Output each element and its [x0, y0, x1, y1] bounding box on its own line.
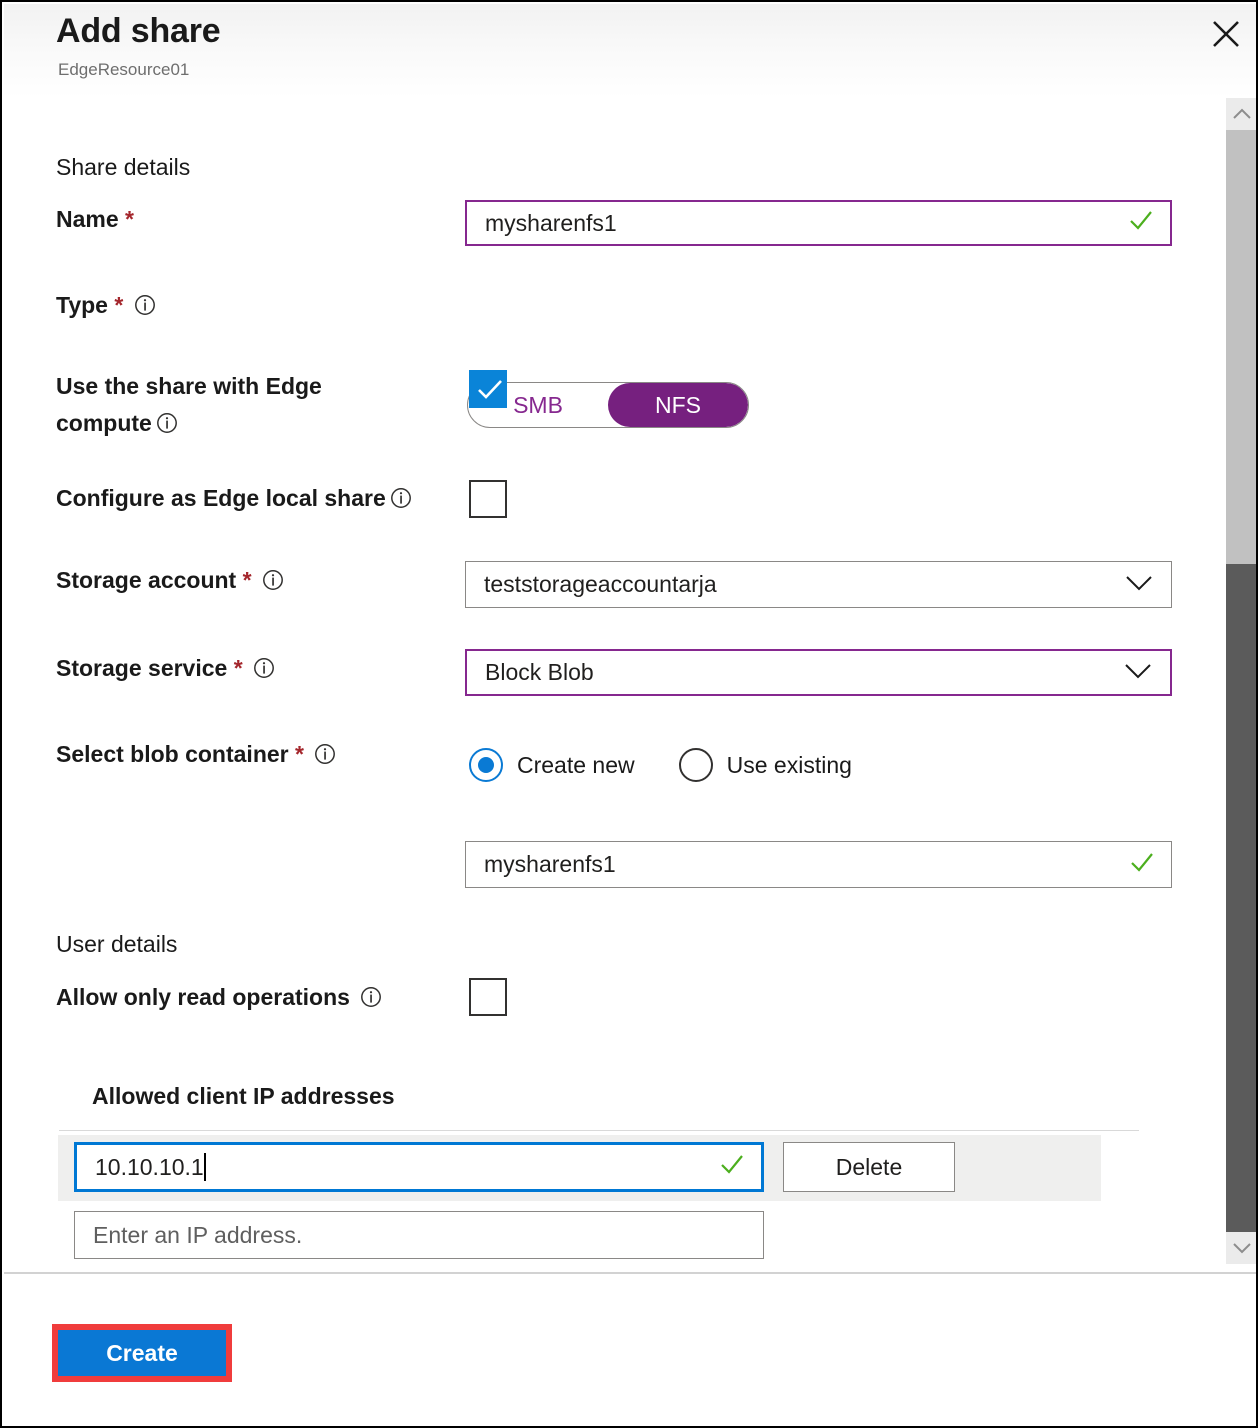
- create-button[interactable]: Create: [58, 1330, 226, 1376]
- text-caret: [204, 1153, 206, 1181]
- info-icon[interactable]: [134, 290, 156, 327]
- radio-create-new[interactable]: [469, 748, 503, 782]
- info-icon[interactable]: [360, 982, 382, 1019]
- scroll-down-button[interactable]: [1226, 1232, 1258, 1264]
- footer-divider: [4, 1272, 1258, 1274]
- chevron-down-icon: [1124, 659, 1152, 686]
- page-subtitle: EdgeResource01: [58, 60, 189, 80]
- ip-address-value: 10.10.10.1: [95, 1153, 719, 1181]
- required-asterisk: *: [234, 655, 243, 681]
- section-header-share-details: Share details: [56, 154, 190, 181]
- edge-local-share-checkbox[interactable]: [469, 480, 507, 518]
- scroll-up-button[interactable]: [1226, 98, 1258, 130]
- blade-header: Add share EdgeResource01: [4, 4, 1258, 98]
- new-ip-address-placeholder: Enter an IP address.: [93, 1222, 763, 1249]
- allowed-ips-divider: [59, 1130, 1139, 1131]
- scrollbar-thumb[interactable]: [1226, 564, 1258, 1232]
- add-share-blade: Add share EdgeResource01 Share details N…: [0, 0, 1258, 1428]
- create-button-highlight: Create: [52, 1324, 232, 1382]
- blob-container-name-input[interactable]: mysharenfs1: [465, 841, 1172, 888]
- label-type: Type *: [56, 287, 156, 327]
- ip-address-text: 10.10.10.1: [95, 1154, 204, 1180]
- read-only-checkbox[interactable]: [469, 978, 507, 1016]
- required-asterisk: *: [243, 567, 252, 593]
- info-icon[interactable]: [156, 408, 178, 445]
- new-ip-address-input[interactable]: Enter an IP address.: [74, 1211, 764, 1259]
- delete-ip-button[interactable]: Delete: [783, 1142, 955, 1192]
- label-read-only: Allow only read operations: [56, 979, 382, 1019]
- page-title: Add share: [56, 12, 220, 51]
- radio-label-create-new[interactable]: Create new: [517, 752, 635, 779]
- storage-service-dropdown[interactable]: Block Blob: [465, 649, 1172, 696]
- required-asterisk: *: [114, 292, 123, 318]
- chevron-down-icon: [1125, 571, 1153, 598]
- allowed-ips-heading: Allowed client IP addresses: [92, 1078, 395, 1115]
- storage-account-value: teststorageaccountarja: [484, 571, 1125, 598]
- info-icon[interactable]: [253, 653, 275, 690]
- blob-container-radio-group[interactable]: Create new Use existing: [469, 748, 896, 782]
- label-storage-service: Storage service *: [56, 650, 275, 690]
- green-check-icon: [1129, 851, 1155, 879]
- section-header-user-details: User details: [56, 931, 177, 958]
- share-name-input[interactable]: mysharenfs1: [465, 200, 1172, 246]
- green-check-icon: [719, 1153, 745, 1181]
- label-name: Name *: [56, 201, 134, 238]
- close-icon[interactable]: [1205, 13, 1247, 55]
- required-asterisk: *: [295, 741, 304, 767]
- info-icon[interactable]: [314, 739, 336, 776]
- label-blob-container: Select blob container *: [56, 736, 336, 776]
- share-type-toggle[interactable]: SMB NFS: [467, 382, 749, 428]
- storage-service-value: Block Blob: [485, 659, 1124, 686]
- share-type-option-nfs[interactable]: NFS: [608, 383, 748, 427]
- blob-container-name-value: mysharenfs1: [484, 851, 1129, 878]
- radio-use-existing[interactable]: [679, 748, 713, 782]
- label-storage-account: Storage account *: [56, 562, 284, 602]
- label-edge-compute: Use the share with Edge compute: [56, 368, 436, 445]
- label-edge-local-share: Configure as Edge local share: [56, 480, 412, 520]
- storage-account-dropdown[interactable]: teststorageaccountarja: [465, 561, 1172, 608]
- info-icon[interactable]: [262, 565, 284, 602]
- scrollbar-track-upper[interactable]: [1226, 130, 1258, 564]
- radio-label-use-existing[interactable]: Use existing: [727, 752, 852, 779]
- green-check-icon: [1128, 209, 1154, 237]
- vertical-scrollbar[interactable]: [1226, 98, 1258, 1264]
- share-name-value: mysharenfs1: [485, 210, 1128, 237]
- form-body: Share details Name * mysharenfs1 Type * …: [4, 98, 1226, 1268]
- required-asterisk: *: [125, 206, 134, 232]
- info-icon[interactable]: [390, 483, 412, 520]
- ip-address-input[interactable]: 10.10.10.1: [74, 1142, 764, 1192]
- edge-compute-checkbox[interactable]: [469, 370, 507, 408]
